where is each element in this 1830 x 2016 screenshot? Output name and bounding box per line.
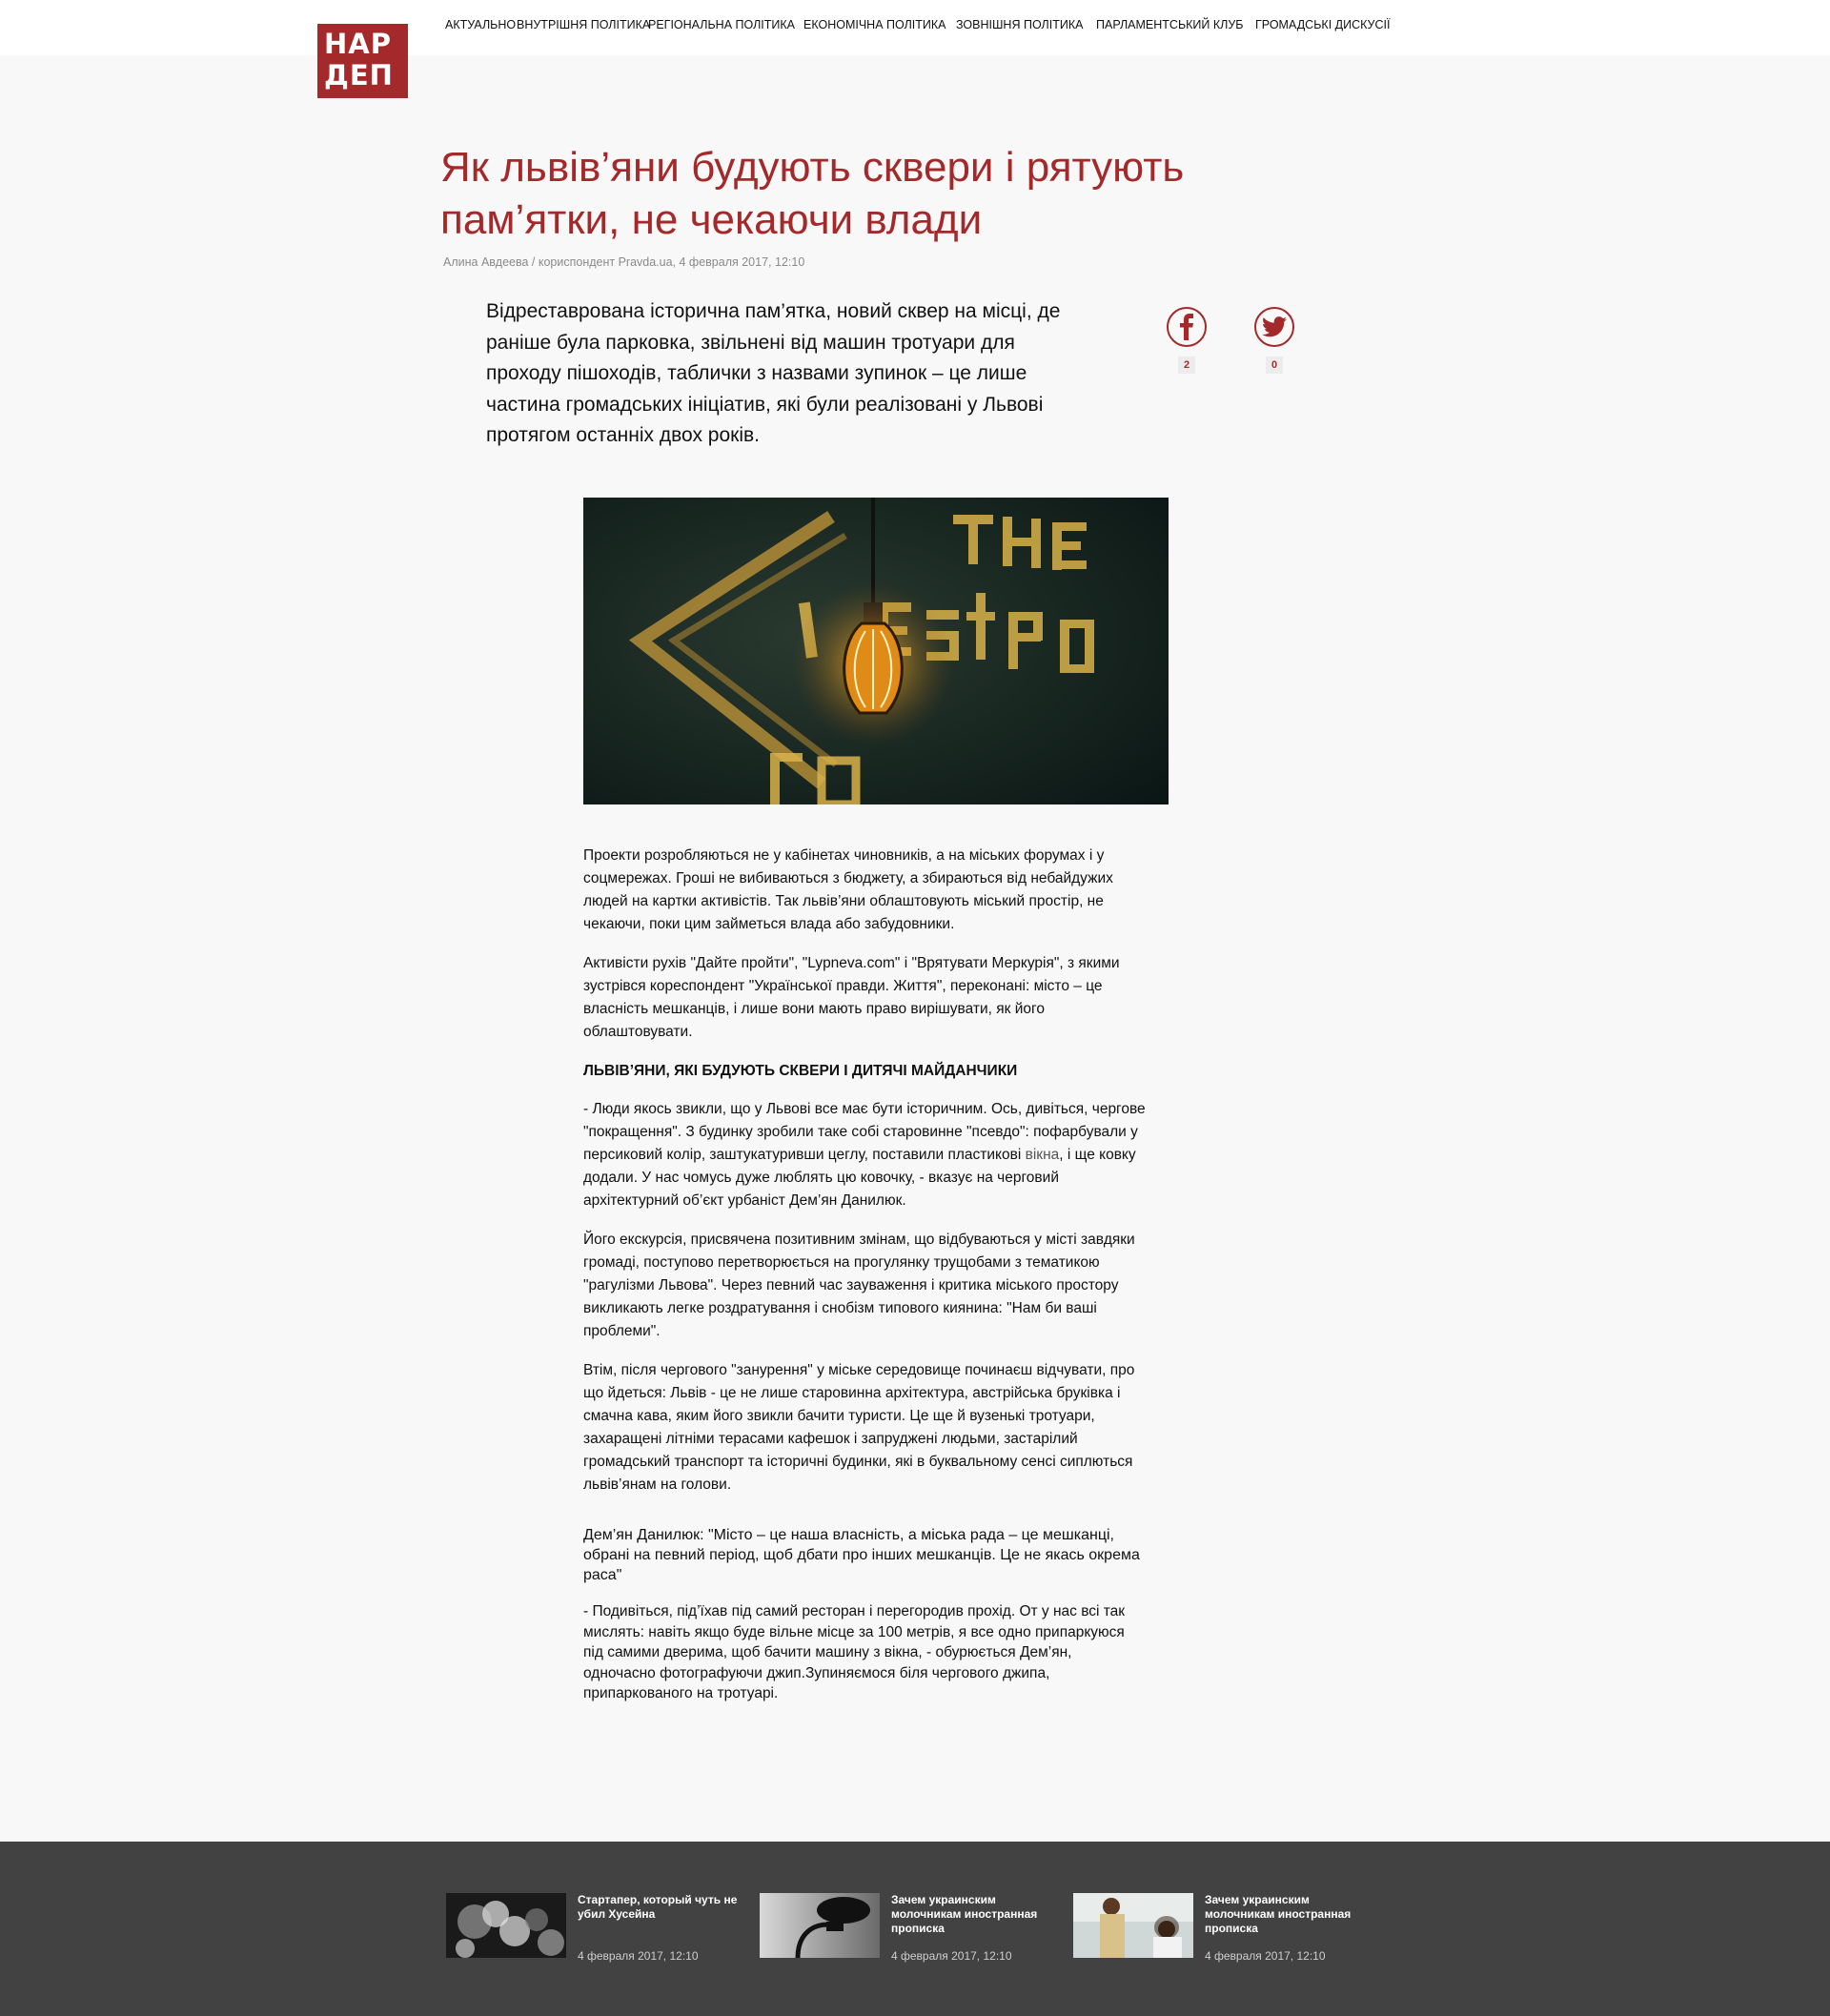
nav-item-public-discussions[interactable]: Громадські дискусії (1255, 18, 1390, 31)
facebook-icon (1180, 314, 1193, 340)
article-paragraph: Втім, після чергового "занурення" у місь… (583, 1362, 1135, 1493)
logo-line-2: ДЕП (324, 59, 394, 92)
article-lead: Відреставрована історична пам’ятка, нови… (486, 300, 1061, 446)
article-paragraph: Проекти розробляються не у кабінетах чин… (583, 847, 1113, 932)
related-article-thumbnail (760, 1893, 880, 1958)
twitter-share-button[interactable] (1254, 307, 1294, 347)
facebook-share: 2 (1166, 307, 1208, 374)
related-article-card[interactable]: Зачем украинским молочникам иностранная … (1073, 1893, 1378, 1963)
logo-line-1: НАР (324, 28, 392, 60)
related-article-date: 4 февраля 2017, 12:10 (891, 1949, 1012, 1963)
article-body: Проекти розробляються не у кабінетах чин… (583, 845, 1146, 1721)
nav-item-parliament-club[interactable]: Парламентський клуб (1096, 18, 1244, 31)
facebook-share-count: 2 (1178, 356, 1195, 374)
nav-item-internal-politics[interactable]: Внутрішня політика (517, 18, 650, 31)
related-article-thumbnail (1073, 1893, 1193, 1958)
nav-item-foreign-politics[interactable]: Зовнішня політика (956, 18, 1083, 31)
inline-link-windows[interactable]: вікна (1026, 1147, 1060, 1163)
related-article-date: 4 февраля 2017, 12:10 (1205, 1949, 1326, 1963)
related-article-title: Зачем украинским молочникам иностранная … (891, 1893, 1038, 1935)
article-subheading: Львів’яни, які будують сквери і дитячі м… (583, 1063, 1018, 1079)
related-article-card[interactable]: Стартапер, который чуть не убил Хусейна … (446, 1893, 751, 1963)
nav-item-economic-politics[interactable]: Економічна політика (803, 18, 946, 31)
facebook-share-button[interactable] (1167, 307, 1207, 347)
nav-item-aktualno[interactable]: Актуально (445, 18, 516, 31)
hero-photo-lightbulb (583, 498, 1169, 804)
article-byline: Алина Авдеева / кориспондент Pravda.ua, … (443, 255, 805, 269)
article-paragraph: - Люди якось звикли, що у Львові все має… (583, 1098, 1146, 1212)
nav-item-regional-politics[interactable]: Регіональна політика (648, 18, 795, 31)
article-paragraph: - Подивіться, під’їхав під самий рестора… (583, 1603, 1126, 1701)
article-hero-image (583, 498, 1169, 804)
article-pull-quote: Дем’ян Данилюк: "Місто – це наша власніс… (583, 1527, 1140, 1583)
article-paragraph: Активісти рухів "Дайте пройти", "Lypneva… (583, 955, 1120, 1040)
site-logo[interactable]: НАР ДЕП (317, 24, 408, 98)
twitter-share-count: 0 (1266, 356, 1283, 374)
related-article-card[interactable]: Зачем украинским молочникам иностранная … (760, 1893, 1065, 1963)
article-title: Як львів’яни будують сквери і рятують па… (440, 144, 1185, 243)
related-article-title: Стартапер, который чуть не убил Хусейна (578, 1893, 738, 1921)
related-article-date: 4 февраля 2017, 12:10 (578, 1949, 699, 1963)
twitter-icon (1262, 316, 1287, 337)
twitter-share: 0 (1253, 307, 1295, 374)
related-article-thumbnail (446, 1893, 566, 1958)
related-article-title: Зачем украинским молочникам иностранная … (1205, 1893, 1352, 1935)
article-paragraph: Його екскурсія, присвячена позитивним зм… (583, 1232, 1135, 1339)
